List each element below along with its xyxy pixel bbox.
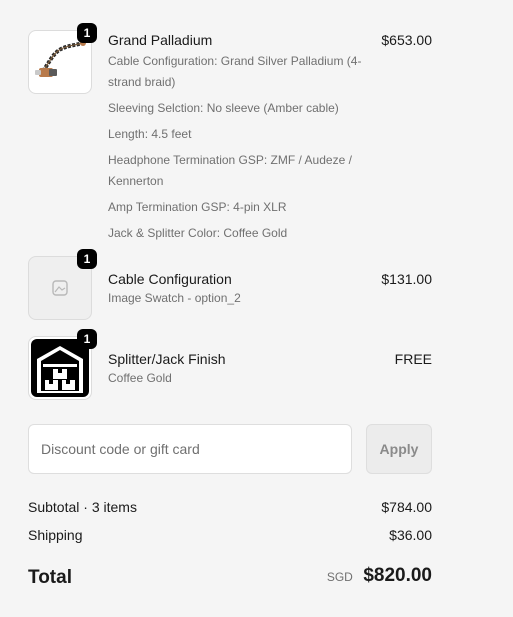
- item-option: Jack & Splitter Color: Coffee Gold: [108, 226, 288, 240]
- line-item-grand-palladium: 1 Grand Palladium Cable Configuration: G…: [28, 23, 432, 245]
- discount-code-input[interactable]: [28, 424, 352, 474]
- product-thumbnail: 1: [28, 249, 97, 320]
- item-price: $131.00: [381, 271, 432, 287]
- item-details: Cable Configuration Image Swatch - optio…: [108, 269, 368, 309]
- total-amount-group: SGD $820.00: [327, 565, 432, 587]
- item-title: Cable Configuration: [108, 271, 232, 287]
- item-option: Image Swatch - option_2: [108, 291, 241, 305]
- quantity-badge: 1: [77, 249, 97, 269]
- item-details: Splitter/Jack Finish Coffee Gold: [108, 349, 368, 389]
- item-option: Sleeving Selction: No sleeve (Amber cabl…: [108, 101, 339, 115]
- total-amount: $820.00: [363, 565, 432, 586]
- total-label: Total: [28, 567, 72, 588]
- total-row: Total SGD $820.00: [28, 565, 432, 591]
- shipping-label: Shipping: [28, 527, 83, 543]
- shipping-row: Shipping $36.00: [28, 526, 432, 544]
- quantity-badge: 1: [77, 329, 97, 349]
- item-option: Amp Termination GSP: 4-pin XLR: [108, 200, 287, 214]
- line-item-splitter-jack-finish: 1 Splitter/Jack Finish Coffee Gold FREE: [28, 329, 432, 400]
- subtotal-value: $784.00: [381, 499, 432, 515]
- item-option: Coffee Gold: [108, 371, 172, 385]
- currency-code: SGD: [326, 570, 353, 584]
- item-title: Grand Palladium: [108, 32, 213, 48]
- shipping-value: $36.00: [389, 527, 432, 543]
- item-price: $653.00: [381, 32, 432, 48]
- product-thumbnail: 1: [28, 23, 97, 94]
- item-price: FREE: [394, 351, 432, 367]
- item-title: Splitter/Jack Finish: [108, 351, 226, 367]
- item-option: Cable Configuration: Grand Silver Pallad…: [108, 54, 362, 89]
- item-option: Headphone Termination GSP: ZMF / Audeze …: [108, 153, 352, 188]
- order-summary: 1 Grand Palladium Cable Configuration: G…: [28, 0, 432, 617]
- subtotal-row: Subtotal · 3 items $784.00: [28, 498, 432, 516]
- product-thumbnail: 1: [28, 329, 97, 400]
- line-item-cable-configuration: 1 Cable Configuration Image Swatch - opt…: [28, 249, 432, 320]
- quantity-badge: 1: [77, 23, 97, 43]
- subtotal-label: Subtotal · 3 items: [28, 499, 137, 515]
- item-details: Grand Palladium Cable Configuration: Gra…: [108, 30, 368, 244]
- item-option: Length: 4.5 feet: [108, 127, 192, 141]
- apply-discount-button[interactable]: Apply: [366, 424, 432, 474]
